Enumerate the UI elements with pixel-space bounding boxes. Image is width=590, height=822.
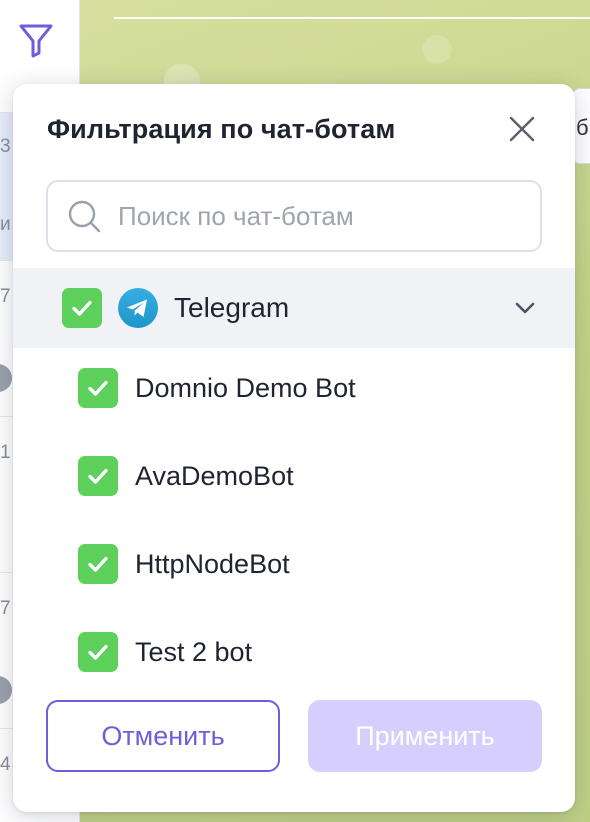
chat-preview-text: 1 [0, 442, 11, 463]
chat-preview-text: 7 [0, 286, 11, 307]
group-checkbox[interactable] [62, 288, 102, 328]
avatar [0, 364, 12, 392]
bot-label: AvaDemoBot [135, 460, 294, 491]
bot-label: Test 2 bot [135, 636, 253, 667]
checkmark-icon [88, 556, 108, 572]
bot-filter-modal: Фильтрация по чат-ботам Поиск по чат-бот… [13, 84, 575, 812]
search-icon [64, 196, 104, 236]
bot-item[interactable]: AvaDemoBot [13, 436, 575, 516]
chat-header-divider [114, 17, 590, 19]
cancel-button[interactable]: Отменить [46, 700, 280, 772]
chevron-down-icon [515, 302, 535, 314]
close-icon [509, 116, 535, 142]
collapse-button[interactable] [507, 290, 543, 326]
bot-checkbox[interactable] [78, 456, 118, 496]
modal-title: Фильтрация по чат-ботам [47, 114, 396, 144]
search-field[interactable] [46, 180, 542, 252]
group-row-telegram[interactable]: Telegram [13, 268, 575, 348]
checkmark-icon [72, 300, 92, 316]
bot-item[interactable]: Domnio Demo Bot [13, 348, 575, 428]
search-input[interactable] [118, 200, 518, 232]
avatar [0, 676, 12, 704]
chat-preview-text: 3 [0, 136, 11, 157]
filter-icon [19, 24, 53, 58]
chat-preview-text: 4 [0, 754, 11, 775]
close-button[interactable] [503, 110, 541, 148]
group-label: Telegram [174, 292, 290, 323]
bot-label: HttpNodeBot [135, 548, 290, 579]
bot-checkbox[interactable] [78, 544, 118, 584]
filter-button[interactable] [14, 18, 58, 62]
bot-item[interactable]: Test 2 bot [13, 612, 575, 692]
bot-item[interactable]: HttpNodeBot [13, 524, 575, 604]
bot-label: Domnio Demo Bot [135, 372, 356, 403]
checkmark-icon [88, 644, 108, 660]
bot-checkbox[interactable] [78, 368, 118, 408]
telegram-icon [118, 288, 158, 328]
chat-preview-text: и [0, 214, 11, 235]
chat-preview-text: 7 [0, 598, 11, 619]
checkmark-icon [88, 380, 108, 396]
chat-search-partial-text: б [576, 115, 589, 140]
bot-checkbox[interactable] [78, 632, 118, 672]
apply-button[interactable]: Применить [308, 700, 542, 772]
checkmark-icon [88, 468, 108, 484]
